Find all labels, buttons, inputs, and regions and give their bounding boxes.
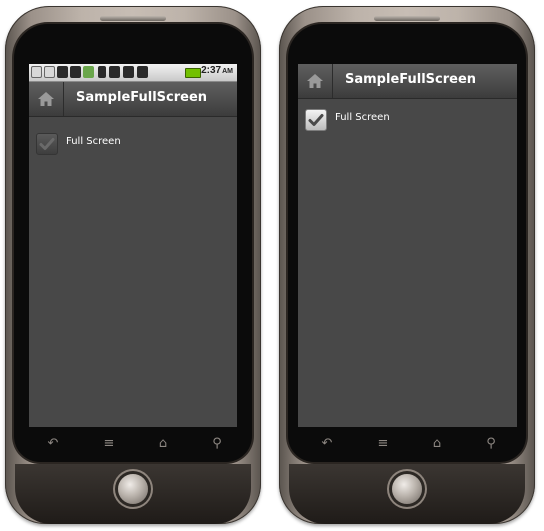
check-icon: [308, 114, 324, 126]
phone-right: SampleFullScreen Full Screen ↶ ≡ ⌂ ⚲: [279, 6, 535, 524]
home-icon: [38, 92, 54, 106]
signal-icon: [137, 66, 148, 78]
speaker-grille: [100, 16, 166, 21]
nav-bar: ↶ ≡ ⌂ ⚲: [303, 430, 511, 460]
action-bar: SampleFullScreen: [298, 64, 517, 99]
lock-icon: [31, 66, 42, 78]
screen: 2:37AM SampleFullScreen Full Screen: [29, 64, 237, 427]
trackball[interactable]: [392, 474, 422, 504]
nav-bar: ↶ ≡ ⌂ ⚲: [29, 430, 237, 460]
sd-card-icon: [109, 66, 120, 78]
full-screen-label: Full Screen: [335, 112, 390, 123]
action-bar: SampleFullScreen: [29, 82, 237, 117]
home-button[interactable]: [298, 64, 333, 98]
status-bar: 2:37AM: [29, 64, 237, 82]
status-time-ampm: AM: [222, 68, 233, 75]
trackball[interactable]: [118, 474, 148, 504]
screen-bezel: 2:37AM SampleFullScreen Full Screen ↶ ≡ …: [14, 24, 252, 462]
search-icon[interactable]: ⚲: [209, 436, 225, 452]
home-icon[interactable]: ⌂: [429, 436, 445, 452]
status-time: 2:37AM: [201, 65, 233, 76]
gmail-icon: [44, 66, 55, 78]
home-icon[interactable]: ⌂: [155, 436, 171, 452]
home-icon: [307, 74, 323, 88]
menu-icon[interactable]: ≡: [101, 436, 117, 452]
screen-bezel: SampleFullScreen Full Screen ↶ ≡ ⌂ ⚲: [288, 24, 526, 462]
market-icon: [83, 66, 94, 78]
check-icon: [39, 138, 55, 150]
full-screen-row[interactable]: Full Screen: [29, 130, 237, 156]
android-icon: [70, 66, 81, 78]
full-screen-checkbox[interactable]: [36, 133, 58, 155]
menu-icon[interactable]: ≡: [375, 436, 391, 452]
screen: SampleFullScreen Full Screen: [298, 64, 517, 427]
full-screen-checkbox[interactable]: [305, 109, 327, 131]
back-icon[interactable]: ↶: [319, 436, 335, 452]
full-screen-label: Full Screen: [66, 136, 121, 147]
status-time-value: 2:37: [201, 65, 222, 76]
phone-left: 2:37AM SampleFullScreen Full Screen ↶ ≡ …: [5, 6, 261, 524]
battery-icon: [185, 68, 201, 78]
usb-icon: [57, 66, 68, 78]
speaker-grille: [374, 16, 440, 21]
home-button[interactable]: [29, 82, 64, 116]
app-title: SampleFullScreen: [345, 72, 477, 87]
vibrate-icon: [123, 66, 134, 78]
bluetooth-icon: [98, 66, 106, 78]
search-icon[interactable]: ⚲: [483, 436, 499, 452]
app-title: SampleFullScreen: [76, 90, 208, 105]
full-screen-row[interactable]: Full Screen: [298, 106, 517, 132]
back-icon[interactable]: ↶: [45, 436, 61, 452]
